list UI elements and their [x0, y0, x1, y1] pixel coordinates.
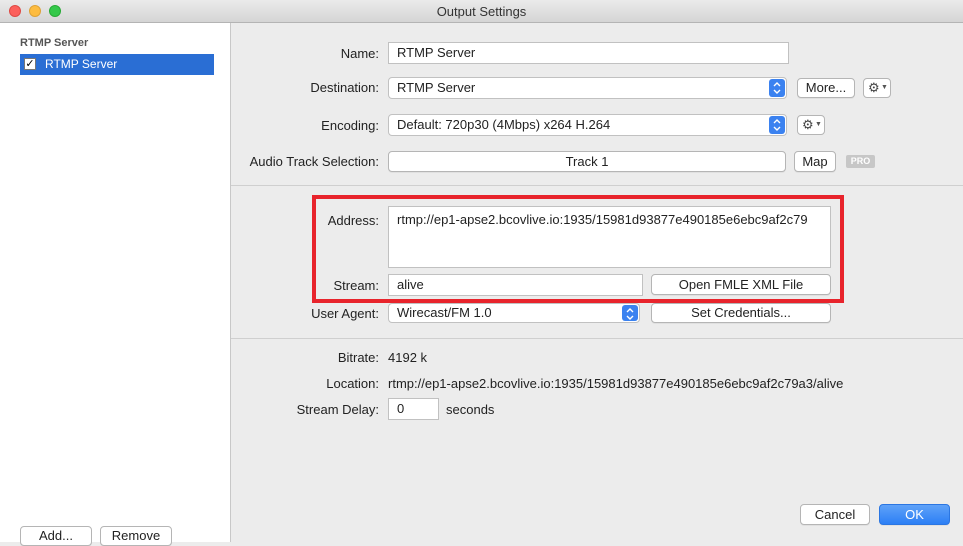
select-stepper-icon: [769, 116, 785, 134]
window-title: Output Settings: [436, 4, 527, 19]
map-button[interactable]: Map: [794, 151, 836, 172]
audio-track-label: Audio Track Selection:: [249, 154, 379, 169]
stream-delay-unit: seconds: [446, 402, 495, 417]
user-agent-select[interactable]: Wirecast/FM 1.0: [388, 303, 640, 323]
destination-value: RTMP Server: [397, 80, 476, 95]
stream-delay-field[interactable]: 0: [388, 398, 439, 420]
audio-track-button[interactable]: Track 1: [388, 151, 786, 172]
location-label: Location:: [326, 376, 379, 391]
select-stepper-icon: [769, 79, 785, 97]
destination-label: Destination:: [310, 80, 379, 95]
ok-button[interactable]: OK: [879, 504, 950, 525]
sidebar-item-label: RTMP Server: [45, 57, 118, 71]
user-agent-label: User Agent:: [311, 306, 379, 321]
stream-delay-label: Stream Delay:: [296, 402, 379, 417]
add-button[interactable]: Add...: [20, 526, 92, 546]
chevron-down-icon: ▼: [881, 84, 888, 91]
pro-badge: PRO: [846, 155, 875, 168]
encoding-value: Default: 720p30 (4Mbps) x264 H.264: [397, 117, 611, 132]
name-field[interactable]: RTMP Server: [388, 42, 789, 64]
chevron-down-icon: ▼: [815, 121, 822, 128]
remove-button[interactable]: Remove: [100, 526, 172, 546]
enabled-checkbox[interactable]: ✓: [24, 58, 36, 70]
user-agent-value: Wirecast/FM 1.0: [397, 305, 492, 320]
set-credentials-button[interactable]: Set Credentials...: [651, 303, 831, 323]
sidebar: RTMP Server ✓ RTMP Server Add... Remove: [0, 23, 231, 546]
location-value: rtmp://ep1-apse2.bcovlive.io:1935/15981d…: [388, 376, 844, 391]
encoding-label: Encoding:: [321, 118, 379, 133]
more-button[interactable]: More...: [797, 78, 855, 98]
encoding-select[interactable]: Default: 720p30 (4Mbps) x264 H.264: [388, 114, 787, 136]
destination-select[interactable]: RTMP Server: [388, 77, 787, 99]
bitrate-value: 4192 k: [388, 350, 428, 365]
bitrate-label: Bitrate:: [337, 350, 379, 365]
section-divider: [231, 185, 963, 186]
gear-icon: ⚙: [868, 80, 880, 95]
section-divider: [231, 338, 963, 339]
select-stepper-icon: [622, 305, 638, 321]
sidebar-header: RTMP Server: [20, 37, 89, 49]
highlight-box: [312, 195, 844, 303]
gear-icon: ⚙: [802, 117, 814, 132]
name-label: Name:: [340, 46, 379, 61]
destination-gear-menu[interactable]: ⚙ ▼: [863, 78, 891, 98]
sidebar-item-rtmp-server[interactable]: ✓ RTMP Server: [20, 54, 214, 75]
title-bar: Output Settings: [0, 0, 963, 23]
encoding-gear-menu[interactable]: ⚙ ▼: [797, 115, 825, 135]
cancel-button[interactable]: Cancel: [800, 504, 870, 525]
